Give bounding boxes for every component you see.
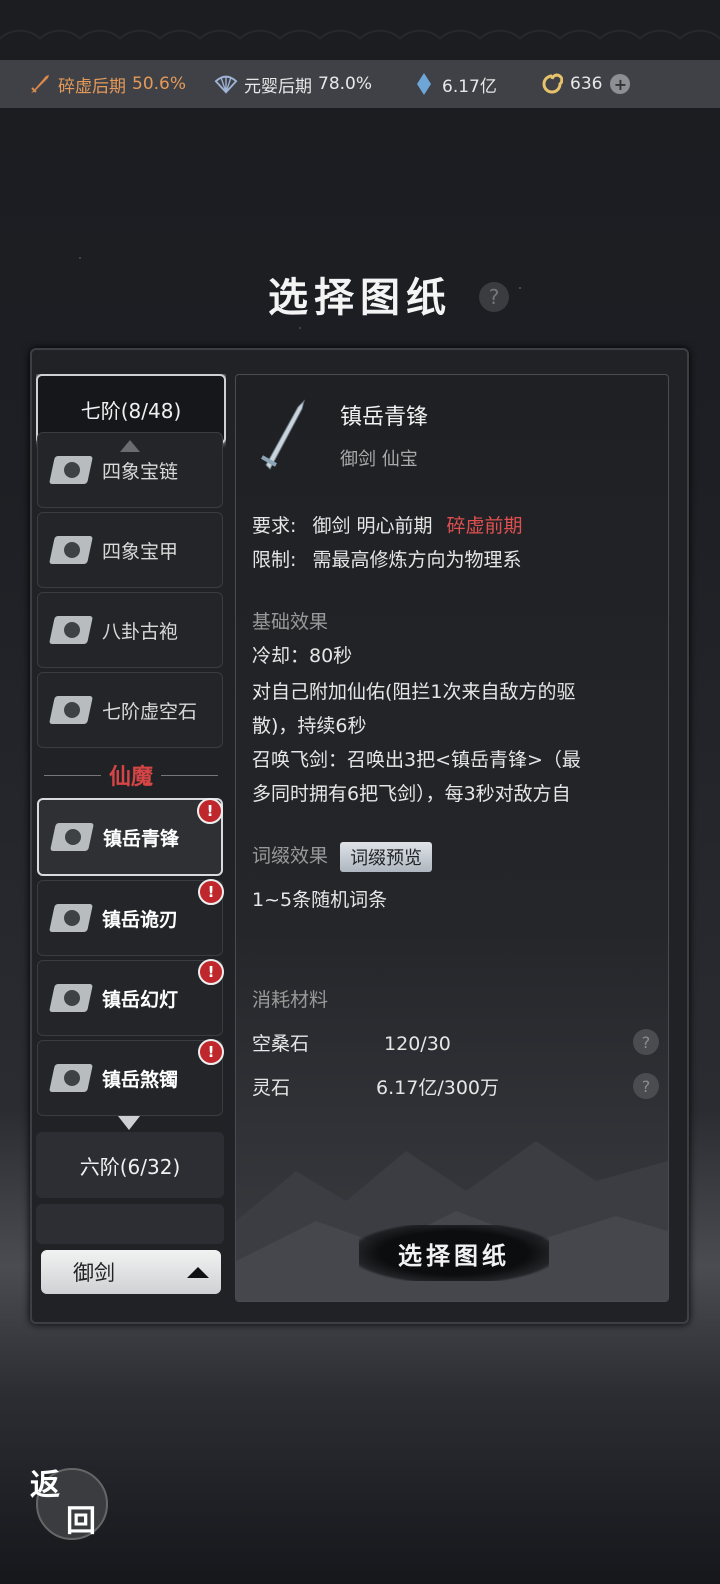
scroll-icon xyxy=(48,610,94,650)
crystal-icon xyxy=(412,72,436,96)
status-bar: 碎虚后期 50.6% 元婴后期 78.0% 6.17亿 636 + xyxy=(0,60,720,108)
effect-line: 散)，持续6秒 xyxy=(252,715,367,737)
requirement-unmet: 碎虚前期 xyxy=(446,515,523,537)
list-item-label: 七阶虚空石 xyxy=(102,700,198,723)
top-decoration xyxy=(0,0,720,60)
list-item-label: 镇岳青锋 xyxy=(103,827,180,850)
blueprint-tags: 御剑 仙宝 xyxy=(340,449,418,470)
affix-row: 词缀效果 词缀预览 xyxy=(252,841,433,872)
scroll-icon xyxy=(48,530,94,570)
cultivation-label: 碎虚后期 xyxy=(58,76,126,97)
affix-text: 1~5条随机词条 xyxy=(252,889,388,911)
cultivation-stat[interactable]: 碎虚后期 50.6% xyxy=(28,60,186,108)
section-divider: 仙魔 xyxy=(36,758,226,792)
filter-value: 御剑 xyxy=(73,1261,115,1285)
materials-header: 消耗材料 xyxy=(252,989,329,1011)
material-help-button[interactable]: ? xyxy=(633,1029,659,1055)
page-title: 选择图纸 xyxy=(268,274,452,321)
coin-swirl-icon xyxy=(540,72,564,96)
fan-icon xyxy=(214,72,238,96)
secondary-label: 元婴后期 xyxy=(244,76,312,97)
list-item[interactable]: 八卦古袍 xyxy=(37,592,223,668)
back-char-2: 回 xyxy=(66,1504,96,1539)
limit-value: 需最高修炼方向为物理系 xyxy=(312,549,522,571)
scroll-up-icon[interactable] xyxy=(120,440,140,452)
alert-badge: ! xyxy=(198,1039,224,1065)
secondary-value: 78.0% xyxy=(318,74,373,94)
list-item[interactable]: 镇岳煞镯 ! xyxy=(37,1039,224,1116)
effect-line: 对自己附加仙佑(阻拦1次来自敌方的驱 xyxy=(252,681,576,703)
select-blueprint-button[interactable]: 选择图纸 xyxy=(359,1225,549,1281)
scroll-icon xyxy=(49,817,95,857)
spirit-stone-value: 6.17亿 xyxy=(442,76,497,97)
list-item[interactable]: 镇岳幻灯 ! xyxy=(37,959,224,1036)
caret-up-icon xyxy=(187,1266,209,1278)
scroll-icon xyxy=(48,898,94,938)
scroll-icon xyxy=(48,1058,94,1098)
limit-row: 限制: 需最高修炼方向为物理系 xyxy=(252,545,521,572)
blueprint-list[interactable]: 七阶(8/48) 四象宝链 四象宝甲 八卦古袍 七阶虚空石 仙魔 镇岳青锋 ! … xyxy=(36,374,226,1304)
spirit-stone-stat[interactable]: 6.17亿 xyxy=(412,60,497,108)
section-label: 仙魔 xyxy=(109,764,154,790)
requirement-value: 御剑 明心前期 xyxy=(312,515,433,537)
blueprint-name: 镇岳青锋 xyxy=(340,405,429,430)
affix-header: 词缀效果 xyxy=(252,845,329,867)
material-help-button[interactable]: ? xyxy=(633,1073,659,1099)
list-item[interactable]: 四象宝甲 xyxy=(37,512,223,588)
scroll-icon xyxy=(48,978,94,1018)
alert-badge: ! xyxy=(198,959,224,985)
currency-value: 636 xyxy=(570,74,603,94)
tier-six-header[interactable]: 六阶(6/32) xyxy=(36,1132,224,1198)
sword-icon xyxy=(28,72,52,96)
scroll-icon xyxy=(48,690,94,730)
alert-badge: ! xyxy=(198,879,224,905)
blueprint-detail: 镇岳青锋 御剑 仙宝 要求: 御剑 明心前期 碎虚前期 限制: 需最高修炼方向为… xyxy=(235,374,669,1302)
list-item-label: 镇岳幻灯 xyxy=(102,988,179,1011)
requirement-label: 要求: xyxy=(252,515,297,537)
weapon-filter-dropdown[interactable]: 御剑 xyxy=(41,1250,221,1294)
material-name: 空桑石 xyxy=(252,1033,310,1055)
list-item-label: 镇岳诡刃 xyxy=(102,908,179,931)
list-item-selected[interactable]: 镇岳青锋 ! xyxy=(37,798,223,876)
list-item[interactable]: 镇岳诡刃 ! xyxy=(37,879,224,956)
material-amount: 6.17亿/300万 xyxy=(376,1077,500,1099)
help-button[interactable]: ? xyxy=(479,282,509,312)
scroll-icon xyxy=(48,450,94,490)
base-effect-header: 基础效果 xyxy=(252,611,329,633)
limit-label: 限制: xyxy=(252,549,297,571)
back-char-1: 返 xyxy=(30,1468,60,1503)
effect-line: 冷却：80秒 xyxy=(252,645,353,667)
tier-partial[interactable] xyxy=(36,1204,224,1244)
list-item-label: 镇岳煞镯 xyxy=(102,1068,179,1091)
material-name: 灵石 xyxy=(252,1077,291,1099)
material-row: 空桑石 120/30 xyxy=(252,1029,451,1056)
alert-badge: ! xyxy=(197,798,223,824)
scroll-down-icon[interactable] xyxy=(118,1116,140,1130)
add-currency-button[interactable]: + xyxy=(610,74,631,94)
material-amount: 120/30 xyxy=(384,1033,451,1055)
effect-line: 召唤飞剑：召唤出3把<镇岳青锋>（最 xyxy=(252,749,581,771)
affix-preview-button[interactable]: 词缀预览 xyxy=(340,841,433,872)
list-item[interactable]: 七阶虚空石 xyxy=(37,672,223,748)
list-item-label: 四象宝链 xyxy=(102,460,179,483)
list-item-label: 八卦古袍 xyxy=(102,620,179,643)
list-item-label: 四象宝甲 xyxy=(102,540,179,563)
requirement-row: 要求: 御剑 明心前期 碎虚前期 xyxy=(252,511,523,538)
secondary-stat[interactable]: 元婴后期 78.0% xyxy=(214,60,372,108)
flying-sword-icon xyxy=(256,399,316,473)
currency-stat[interactable]: 636 + xyxy=(540,60,631,108)
material-row: 灵石 6.17亿/300万 xyxy=(252,1073,499,1100)
back-button[interactable]: 返 回 xyxy=(28,1460,108,1540)
cultivation-value: 50.6% xyxy=(132,74,187,94)
effect-line: 多同时拥有6把飞剑），每3秒对敌方自 xyxy=(252,783,571,805)
